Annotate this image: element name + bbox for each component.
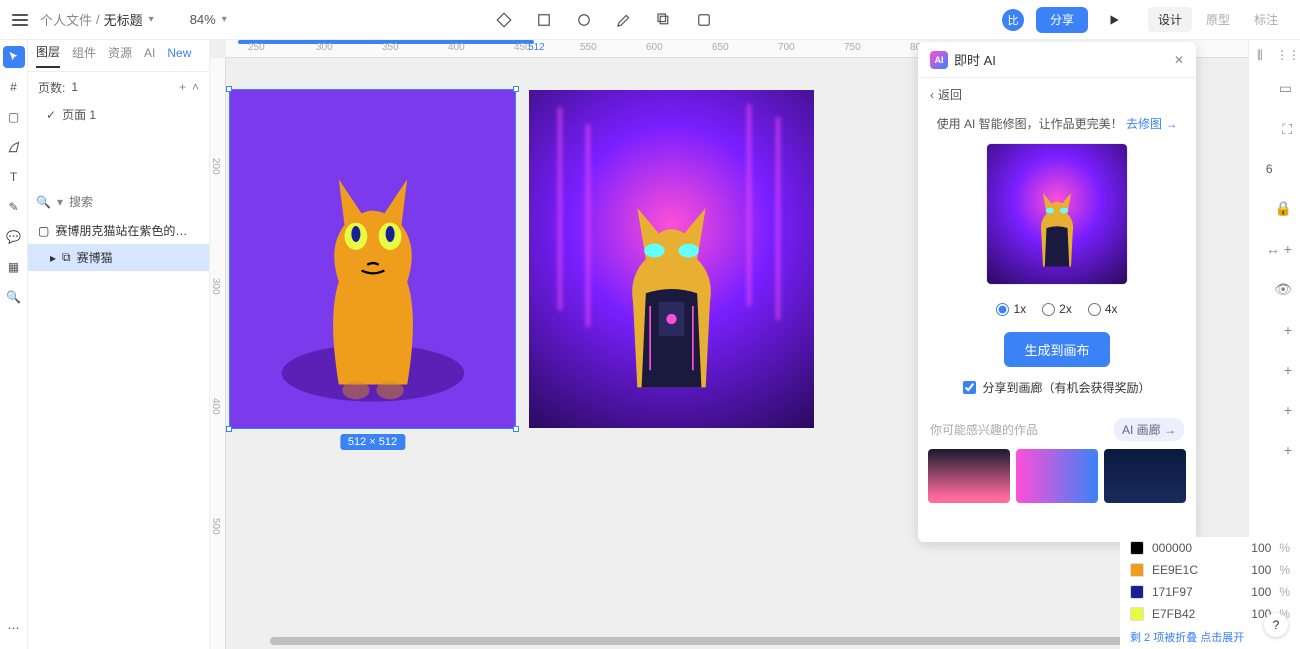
- frame-tool-icon[interactable]: #: [3, 76, 25, 98]
- search-icon: 🔍: [36, 195, 51, 209]
- panel-icon[interactable]: ▭: [1266, 80, 1292, 97]
- cyber-cat-illustration: [586, 124, 757, 411]
- gallery-title: 你可能感兴趣的作品: [930, 421, 1038, 438]
- scale-4x[interactable]: 4x: [1088, 302, 1118, 316]
- lock-icon[interactable]: 🔒: [1266, 200, 1292, 217]
- pen-tool-icon[interactable]: [3, 136, 25, 158]
- rect-tool-icon[interactable]: ▢: [3, 106, 25, 128]
- workspace-name[interactable]: 个人文件: [40, 10, 92, 29]
- ai-panel: AI 即时 AI ✕ ‹ 返回 使用 AI 智能修图，让作品更完美！ 去修图 →: [918, 42, 1196, 542]
- ai-preview-image: [987, 144, 1127, 284]
- grid-icon[interactable]: ⋮⋮: [1276, 48, 1292, 64]
- color-row[interactable]: 000000100%: [1120, 537, 1300, 559]
- gallery-link[interactable]: AI 画廊 →: [1114, 418, 1184, 441]
- help-icon[interactable]: ?: [1264, 613, 1288, 637]
- ai-panel-title: 即时 AI: [954, 50, 996, 69]
- flat-cat-illustration: [259, 107, 487, 411]
- avatar[interactable]: 比: [1002, 9, 1024, 31]
- add-icon[interactable]: +: [1266, 442, 1292, 458]
- ai-tip-text: 使用 AI 智能修图，让作品更完美！: [937, 117, 1123, 131]
- hamburger-icon[interactable]: [12, 14, 28, 26]
- tab-assets[interactable]: 资源: [108, 44, 132, 67]
- layer-item[interactable]: ▢ 赛博朋克猫站在紫色的迷雾中...: [28, 217, 209, 244]
- chevron-down-icon[interactable]: ▾: [149, 14, 154, 25]
- layer-item[interactable]: ▸ ⧉ 赛博猫: [28, 244, 209, 271]
- play-icon[interactable]: [1100, 6, 1128, 34]
- gallery-thumb[interactable]: [1016, 449, 1098, 503]
- scale-1x[interactable]: 1x: [996, 302, 1026, 316]
- plugin-tool-icon[interactable]: ▦: [3, 256, 25, 278]
- tab-ai[interactable]: AI: [144, 46, 155, 66]
- align-icon[interactable]: ⫼: [1257, 48, 1268, 64]
- expand-icon[interactable]: ⛶: [1266, 121, 1292, 138]
- tab-annotate[interactable]: 标注: [1244, 7, 1288, 32]
- selection-size: 512 × 512: [340, 434, 405, 450]
- add-icon[interactable]: +: [1266, 362, 1292, 378]
- horizontal-scrollbar[interactable]: [270, 637, 1140, 645]
- diamond-icon[interactable]: [490, 6, 518, 34]
- add-icon[interactable]: +: [1266, 402, 1292, 418]
- pages-label: 页数:: [38, 79, 65, 96]
- back-button[interactable]: ‹ 返回: [918, 78, 1196, 111]
- component-icon[interactable]: [690, 6, 718, 34]
- comment-tool-icon[interactable]: 💬: [3, 226, 25, 248]
- check-icon: ✓: [46, 108, 56, 122]
- tab-design[interactable]: 设计: [1148, 7, 1192, 32]
- chevron-left-icon: ‹: [930, 88, 934, 102]
- caret-icon[interactable]: ▸: [50, 251, 56, 265]
- color-row[interactable]: EE9E1C100%: [1120, 559, 1300, 581]
- gallery-thumb[interactable]: [1104, 449, 1186, 503]
- close-icon[interactable]: ✕: [1174, 53, 1184, 67]
- pencil-tool-icon[interactable]: ✎: [3, 196, 25, 218]
- share-gallery-checkbox[interactable]: [963, 381, 976, 394]
- gallery-thumb[interactable]: [928, 449, 1010, 503]
- frame-icon: ▢: [38, 224, 49, 238]
- add-icon[interactable]: ↔ +: [1266, 241, 1292, 257]
- zoom-control[interactable]: 84%▾: [190, 12, 227, 27]
- edit-icon[interactable]: [610, 6, 638, 34]
- add-icon[interactable]: +: [1266, 322, 1292, 338]
- generate-button[interactable]: 生成到画布: [1004, 332, 1109, 367]
- ruler-vertical: 200 300 400 500: [210, 58, 226, 649]
- ai-tip-link[interactable]: 去修图 →: [1126, 117, 1177, 131]
- layer-search-input[interactable]: [69, 195, 224, 209]
- breadcrumb: 个人文件 / 无标题 ▾: [40, 10, 154, 29]
- artboard-1[interactable]: 512 × 512: [230, 90, 515, 428]
- add-page-icon[interactable]: +: [179, 80, 186, 94]
- circle-icon[interactable]: [570, 6, 598, 34]
- doc-title[interactable]: 无标题: [104, 10, 143, 29]
- cursor-tool-icon[interactable]: [3, 46, 25, 68]
- tab-components[interactable]: 组件: [72, 44, 96, 67]
- eye-icon[interactable]: 👁: [1266, 281, 1292, 298]
- copy-icon[interactable]: [650, 6, 678, 34]
- value-6: 6: [1266, 162, 1292, 176]
- page-item[interactable]: ✓ 页面 1: [28, 102, 209, 127]
- artboard-2[interactable]: [529, 90, 814, 428]
- collapse-pages-icon[interactable]: ˄: [192, 80, 199, 94]
- color-row[interactable]: 171F97100%: [1120, 581, 1300, 603]
- pages-count: 1: [71, 80, 78, 94]
- share-button[interactable]: 分享: [1036, 7, 1088, 33]
- ai-logo-icon: AI: [930, 51, 948, 69]
- frame-icon[interactable]: [530, 6, 558, 34]
- tab-layers[interactable]: 图层: [36, 43, 60, 68]
- more-icon[interactable]: ⋯: [3, 617, 25, 639]
- share-gallery-label: 分享到画廊（有机会获得奖励）: [982, 379, 1150, 396]
- text-tool-icon[interactable]: T: [3, 166, 25, 188]
- search-tool-icon[interactable]: 🔍: [3, 286, 25, 308]
- chevron-down-icon[interactable]: ▾: [57, 195, 63, 209]
- frame-icon: ⧉: [62, 250, 71, 265]
- scale-2x[interactable]: 2x: [1042, 302, 1072, 316]
- tab-new[interactable]: New: [167, 46, 191, 66]
- tab-prototype[interactable]: 原型: [1196, 7, 1240, 32]
